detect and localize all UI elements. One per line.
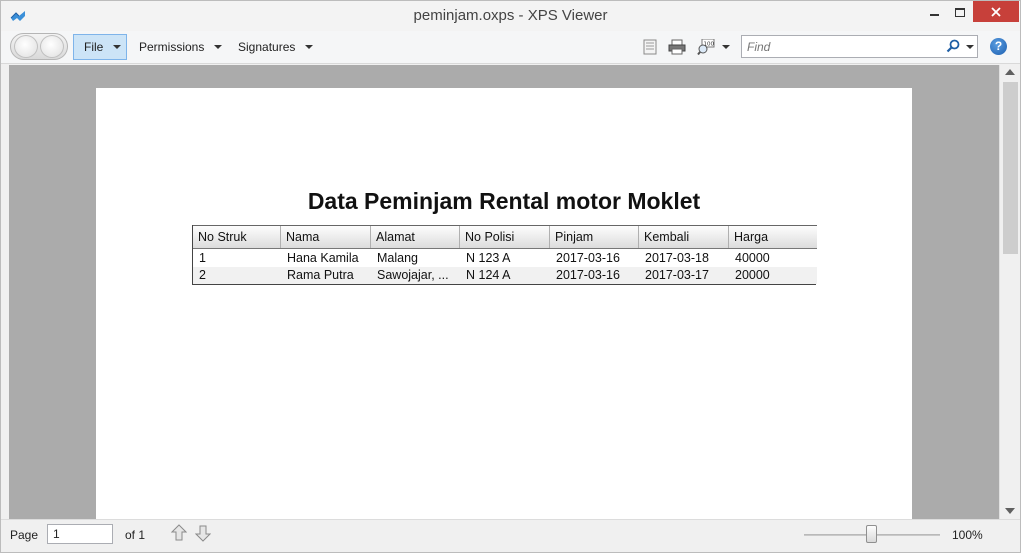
table-cell: 40000: [735, 251, 770, 265]
page-number-input[interactable]: [47, 524, 113, 544]
file-menu-label: File: [84, 40, 104, 54]
zoom-level-label: 100%: [952, 528, 983, 542]
table-cell: 2017-03-16: [556, 251, 620, 265]
toolbar: File Permissions Signatures 100 Find ?: [1, 31, 1020, 64]
permissions-menu-button[interactable]: Permissions: [139, 34, 223, 60]
zoom-slider-thumb[interactable]: [866, 525, 877, 543]
back-button[interactable]: [14, 35, 38, 58]
vertical-scrollbar[interactable]: [999, 65, 1020, 519]
maximize-button[interactable]: [947, 1, 973, 23]
help-icon[interactable]: ?: [990, 38, 1007, 55]
scrollbar-thumb[interactable]: [1003, 82, 1018, 254]
table-cell: Malang: [377, 251, 418, 265]
print-icon[interactable]: [668, 39, 686, 55]
previous-page-icon[interactable]: [171, 524, 187, 542]
find-field[interactable]: [741, 35, 978, 58]
column-header: Harga: [734, 230, 769, 244]
table-header: No Struk Nama Alamat No Polisi Pinjam Ke…: [193, 225, 817, 249]
scroll-up-icon[interactable]: [1005, 69, 1015, 75]
forward-button[interactable]: [40, 35, 64, 58]
chevron-down-icon: [305, 45, 314, 49]
table-cell: 20000: [735, 268, 770, 282]
close-icon: [991, 6, 1001, 17]
page-view-icon[interactable]: [641, 39, 659, 55]
zoom-icon[interactable]: 100: [697, 39, 715, 55]
table-cell: N 123 A: [466, 251, 511, 265]
document-title: Data Peminjam Rental motor Moklet: [307, 188, 701, 214]
table-cell: 2017-03-17: [645, 268, 709, 282]
column-header: Kembali: [639, 226, 729, 248]
chevron-down-icon: [214, 45, 223, 49]
table-cell: N 124 A: [466, 268, 511, 282]
column-header: No Polisi: [460, 226, 550, 248]
table-cell: Sawojajar, ...: [377, 268, 449, 282]
column-header: No Struk: [193, 226, 281, 248]
find-input[interactable]: [747, 37, 937, 57]
table-cell: Hana Kamila: [287, 251, 359, 265]
report-table: No Struk Nama Alamat No Polisi Pinjam Ke…: [192, 225, 817, 285]
status-bar: Page of 1 100%: [1, 519, 1020, 552]
window-title: peminjam.oxps - XPS Viewer: [413, 7, 608, 24]
title-bar: peminjam.oxps - XPS Viewer: [1, 1, 1020, 31]
minimize-icon: [929, 14, 939, 16]
table-cell: 1: [199, 251, 206, 265]
column-header: Nama: [281, 226, 371, 248]
table-cell: 2: [199, 268, 206, 282]
table-cell: 2017-03-16: [556, 268, 620, 282]
next-page-icon[interactable]: [195, 524, 211, 542]
document-viewport[interactable]: Data Peminjam Rental motor Moklet No Str…: [9, 65, 999, 519]
table-row: 2 Rama Putra Sawojajar, ... N 124 A 2017…: [193, 267, 817, 284]
permissions-menu-label: Permissions: [139, 40, 205, 54]
chevron-down-icon: [113, 45, 122, 49]
search-icon[interactable]: [946, 39, 960, 53]
xps-viewer-window: peminjam.oxps - XPS Viewer File Permissi…: [0, 0, 1021, 553]
scroll-down-icon[interactable]: [1005, 508, 1015, 514]
page-count-label: of 1: [125, 528, 146, 542]
table-cell: 2017-03-18: [645, 251, 709, 265]
minimize-button[interactable]: [921, 1, 947, 23]
signatures-menu-button[interactable]: Signatures: [238, 34, 314, 60]
table-cell: Rama Putra: [287, 268, 354, 282]
close-button[interactable]: [973, 1, 1019, 22]
signatures-menu-label: Signatures: [238, 40, 296, 54]
document-page: Data Peminjam Rental motor Moklet No Str…: [96, 88, 912, 519]
chevron-down-icon[interactable]: [966, 45, 974, 49]
navigation-buttons: [10, 33, 68, 60]
column-header: Alamat: [371, 226, 460, 248]
table-row: 1 Hana Kamila Malang N 123 A 2017-03-16 …: [193, 250, 817, 267]
file-menu-button[interactable]: File: [73, 34, 127, 60]
maximize-icon: [955, 7, 965, 17]
chevron-down-icon[interactable]: [722, 45, 730, 49]
column-header: Pinjam: [550, 226, 639, 248]
page-label: Page: [10, 528, 39, 542]
